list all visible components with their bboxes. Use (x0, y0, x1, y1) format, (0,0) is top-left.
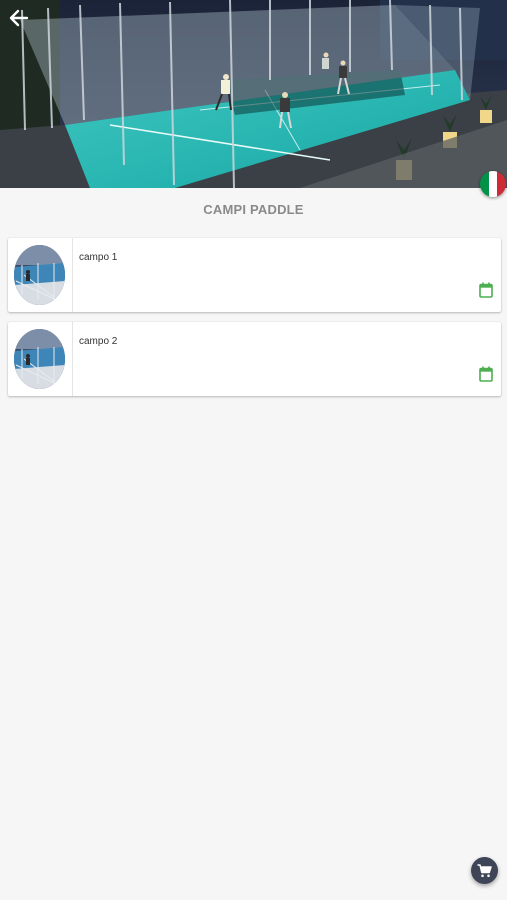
thumbnail-container (8, 238, 73, 312)
flag-stripe-white (488, 171, 498, 197)
cart-button[interactable] (471, 857, 498, 884)
calendar-button[interactable] (479, 366, 493, 382)
language-flag-button[interactable] (480, 171, 506, 197)
cart-icon (477, 863, 492, 877)
court-card-1[interactable]: campo 1 (8, 238, 501, 312)
back-button[interactable] (4, 4, 34, 32)
court-name: campo 2 (79, 336, 118, 347)
court-name: campo 1 (79, 252, 118, 263)
arrow-left-icon (9, 9, 29, 27)
thumbnail-container (8, 322, 73, 396)
calendar-icon (479, 366, 493, 382)
page-title: CAMPI PADDLE (203, 202, 304, 217)
calendar-button[interactable] (479, 282, 493, 298)
court-thumbnail (14, 245, 65, 305)
app-screen: CAMPI PADDLE campo 1 campo 2 (0, 0, 507, 900)
court-thumbnail (14, 329, 65, 389)
court-card-2[interactable]: campo 2 (8, 322, 501, 396)
paddle-court-photo (0, 0, 507, 188)
calendar-icon (479, 282, 493, 298)
hero-image (0, 0, 507, 188)
